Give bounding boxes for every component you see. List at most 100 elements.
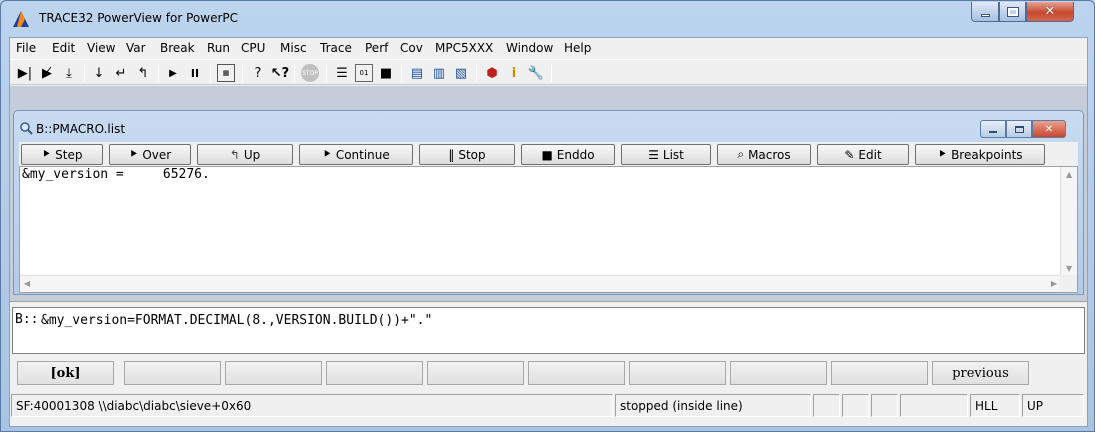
breakpoints-button[interactable]: ⯈ Breakpoints bbox=[915, 144, 1045, 165]
command-area: B:: [ok] previous SF:40001308 \\diabc\di… bbox=[10, 301, 1087, 426]
breakpoints-icon: ⯈ bbox=[937, 147, 948, 161]
status-cell-empty bbox=[813, 394, 840, 417]
trace-list-icon[interactable]: ▤ bbox=[408, 64, 426, 82]
macro-button-row: ⯈ Step ⯈ Over ↰ Up ⯈ Continue ‖ Stop ■ Enddo ☰… bbox=[19, 142, 1078, 166]
list-button[interactable]: ☰ List bbox=[621, 144, 711, 165]
up-button[interactable]: ↰ Up bbox=[197, 144, 293, 165]
child-maximize-button[interactable] bbox=[1006, 120, 1032, 138]
toolbar-separator bbox=[326, 65, 327, 82]
edit-button[interactable]: ✎ Edit bbox=[817, 144, 909, 165]
step-up-icon[interactable]: ⤓ bbox=[60, 64, 78, 82]
trace-config-icon[interactable]: ▧ bbox=[452, 64, 470, 82]
step-icon[interactable]: ▶| bbox=[16, 64, 34, 82]
break-icon[interactable]: II bbox=[186, 64, 204, 82]
maximize-button[interactable] bbox=[999, 2, 1026, 22]
chip-icon[interactable]: ■ bbox=[377, 64, 395, 82]
status-mode: HLL bbox=[970, 394, 1020, 417]
maximize-icon bbox=[1014, 125, 1024, 133]
resize-grip-icon[interactable] bbox=[1060, 275, 1077, 292]
toolbar: ▶| ▶̸ ⤓ ↓ ↵ ↰ ▶ II ▦ ? ↖? STOP ☰ 01 ■ ▤ … bbox=[10, 59, 1087, 85]
info-icon[interactable]: i bbox=[505, 64, 523, 82]
settings-icon[interactable]: 🔧 bbox=[527, 64, 545, 82]
macro-variable-line: &my_version = 65276. bbox=[22, 167, 210, 182]
pmacro-list-window: B::PMACRO.list ✕ ⯈ Step ⯈ Over ↰ Up ⯈ Contin… bbox=[13, 110, 1084, 295]
softkey-4[interactable] bbox=[326, 361, 423, 385]
scroll-up-icon[interactable]: ▲ bbox=[1066, 170, 1072, 179]
softkey-2[interactable] bbox=[124, 361, 221, 385]
enddo-icon: ■ bbox=[541, 147, 553, 162]
list-icon: ☰ bbox=[648, 147, 659, 162]
menu-help[interactable]: Help bbox=[564, 41, 591, 55]
vertical-scrollbar[interactable]: ▲ ▼ bbox=[1060, 167, 1077, 276]
window-title: TRACE32 PowerView for PowerPC bbox=[39, 11, 239, 25]
horizontal-scrollbar[interactable]: ◀ ▶ bbox=[20, 275, 1061, 292]
mdi-area: B::PMACRO.list ✕ ⯈ Step ⯈ Over ↰ Up ⯈ Contin… bbox=[10, 86, 1087, 426]
step-over-icon[interactable]: ▶̸ bbox=[38, 64, 56, 82]
softkey-8[interactable] bbox=[730, 361, 827, 385]
ok-softkey[interactable]: [ok] bbox=[17, 361, 114, 385]
status-cell-empty bbox=[871, 394, 898, 417]
memory-icon[interactable]: ▦ bbox=[217, 64, 235, 82]
stop-icon[interactable]: STOP bbox=[301, 64, 319, 82]
command-input[interactable] bbox=[41, 310, 1081, 330]
close-button[interactable]: ✕ bbox=[1026, 2, 1074, 22]
child-close-button[interactable]: ✕ bbox=[1032, 120, 1066, 138]
macros-button[interactable]: ⌕ Macros bbox=[717, 144, 811, 165]
return-icon[interactable]: ↵ bbox=[112, 64, 130, 82]
stop-icon: ‖ bbox=[448, 147, 455, 162]
status-cell-empty bbox=[900, 394, 968, 417]
step-button[interactable]: ⯈ Step bbox=[21, 144, 103, 165]
previous-softkey[interactable]: previous bbox=[932, 361, 1029, 385]
scroll-right-icon[interactable]: ▶ bbox=[1051, 279, 1057, 288]
command-line[interactable]: B:: bbox=[12, 307, 1085, 354]
macros-icon: ⌕ bbox=[737, 147, 745, 161]
title-bar[interactable]: TRACE32 PowerView for PowerPC ✕ bbox=[1, 1, 1094, 37]
step-into-icon[interactable]: ↓ bbox=[90, 64, 108, 82]
up-button-label: Up bbox=[243, 147, 261, 162]
menu-break[interactable]: Break bbox=[160, 41, 195, 55]
trace-chart-icon[interactable]: ▥ bbox=[430, 64, 448, 82]
debug-icon[interactable]: ⬢ bbox=[483, 64, 501, 82]
up-icon[interactable]: ↰ bbox=[134, 64, 152, 82]
help-icon[interactable]: ? bbox=[249, 64, 267, 82]
menu-misc[interactable]: Misc bbox=[280, 41, 307, 55]
minimize-button[interactable] bbox=[971, 2, 999, 22]
softkey-7[interactable] bbox=[629, 361, 726, 385]
menu-cov[interactable]: Cov bbox=[400, 41, 423, 55]
softkey-9[interactable] bbox=[831, 361, 928, 385]
menu-trace[interactable]: Trace bbox=[320, 41, 352, 55]
go-icon[interactable]: ▶ bbox=[164, 64, 182, 82]
menu-run[interactable]: Run bbox=[207, 41, 230, 55]
over-button-label: Over bbox=[142, 147, 172, 162]
softkey-6[interactable] bbox=[528, 361, 625, 385]
softkey-3[interactable] bbox=[225, 361, 322, 385]
scroll-left-icon[interactable]: ◀ bbox=[24, 279, 30, 288]
magnifier-icon bbox=[20, 122, 33, 135]
context-help-icon[interactable]: ↖? bbox=[271, 64, 289, 82]
menu-edit[interactable]: Edit bbox=[52, 41, 75, 55]
enddo-button[interactable]: ■ Enddo bbox=[521, 144, 615, 165]
menu-window[interactable]: Window bbox=[506, 41, 553, 55]
breakpoints-button-label: Breakpoints bbox=[951, 147, 1023, 162]
status-bar: SF:40001308 \\diabc\diabc\sieve+0x60 sto… bbox=[10, 394, 1087, 418]
menu-cpu[interactable]: CPU bbox=[241, 41, 265, 55]
menu-perf[interactable]: Perf bbox=[365, 41, 388, 55]
menu-mpc5xxx[interactable]: MPC5XXX bbox=[435, 41, 493, 55]
register-icon[interactable]: 01 bbox=[355, 64, 373, 82]
scroll-down-icon[interactable]: ▼ bbox=[1066, 264, 1072, 273]
over-button[interactable]: ⯈ Over bbox=[109, 144, 191, 165]
menu-bar: File Edit View Var Break Run CPU Misc Tr… bbox=[10, 38, 1087, 58]
continue-button[interactable]: ⯈ Continue bbox=[299, 144, 413, 165]
list-icon[interactable]: ☰ bbox=[333, 64, 351, 82]
macro-list-view[interactable]: &my_version = 65276. ▲ ▼ ◀ ▶ bbox=[19, 166, 1078, 293]
client-area: File Edit View Var Break Run CPU Misc Tr… bbox=[9, 37, 1088, 427]
menu-var[interactable]: Var bbox=[126, 41, 146, 55]
status-cell-empty bbox=[842, 394, 869, 417]
softkey-5[interactable] bbox=[427, 361, 524, 385]
child-minimize-button[interactable] bbox=[980, 120, 1006, 138]
stop-button[interactable]: ‖ Stop bbox=[419, 144, 515, 165]
edit-button-label: Edit bbox=[858, 147, 882, 162]
menu-file[interactable]: File bbox=[16, 41, 36, 55]
menu-view[interactable]: View bbox=[87, 41, 115, 55]
stop-button-label: Stop bbox=[458, 147, 486, 162]
